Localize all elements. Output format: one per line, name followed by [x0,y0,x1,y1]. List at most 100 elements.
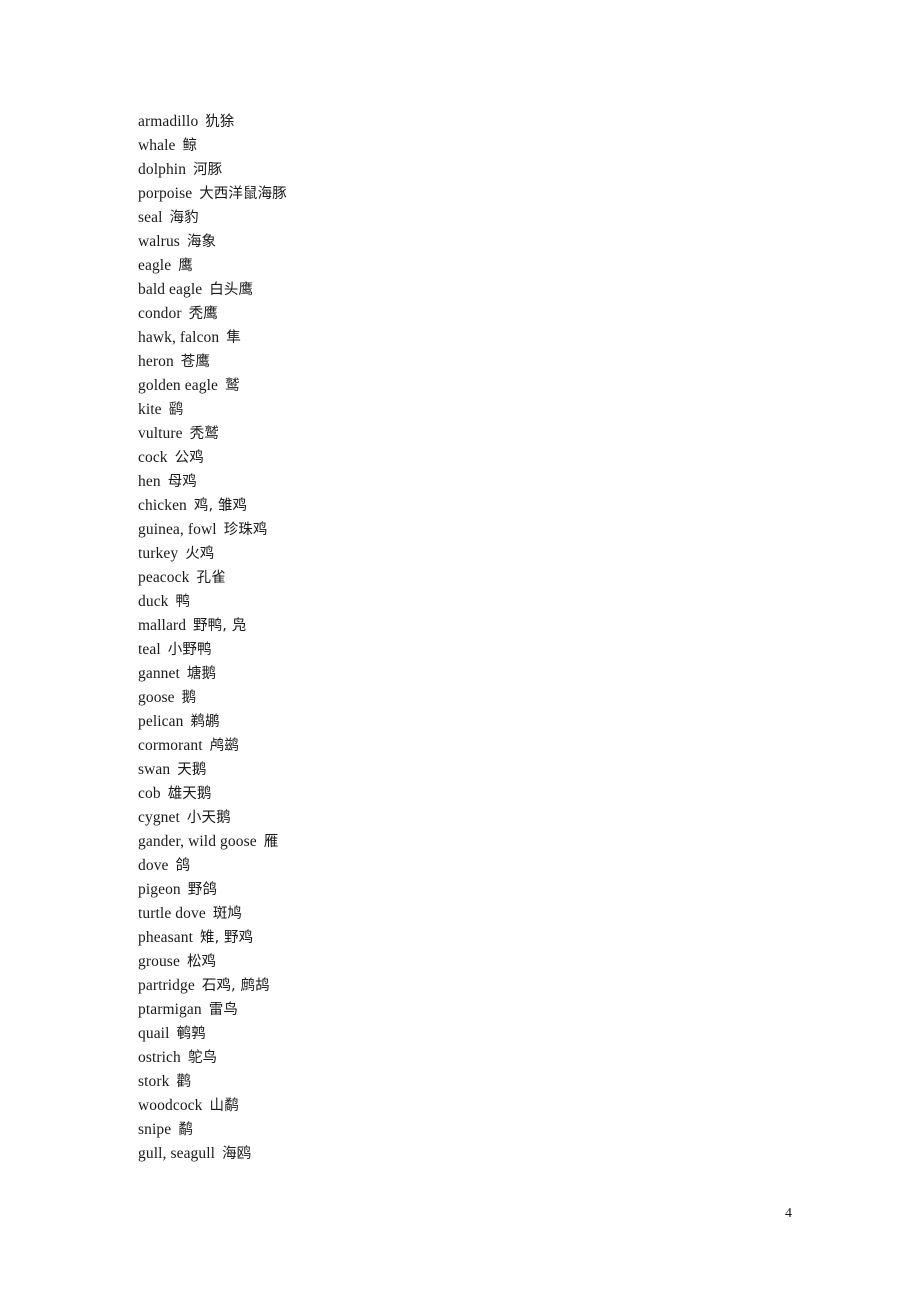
document-page: armadillo 犰狳 whale 鲸 dolphin 河豚 porpoise 大西洋鼠海豚… [0,0,920,1302]
entry-gloss: 鹳 [176,1074,192,1090]
page-number: 4 [785,1206,792,1221]
glossary-entry: armadillo 犰狳 [138,110,778,134]
glossary-entry: cygnet 小天鹅 [138,806,778,830]
glossary-entry: swan 天鹅 [138,758,778,782]
glossary-entry: goose 鹅 [138,686,778,710]
glossary-entry: grouse 松鸡 [138,950,778,974]
glossary-entry: gannet 塘鹅 [138,662,778,686]
glossary-entry: seal 海豹 [138,206,778,230]
glossary-entry: teal 小野鸭 [138,638,778,662]
entry-term: golden eagle [138,377,218,394]
entry-term: gannet [138,665,180,682]
glossary-entry: whale 鲸 [138,134,778,158]
glossary-entry: porpoise 大西洋鼠海豚 [138,182,778,206]
entry-gloss: 鸵鸟 [187,1050,218,1066]
entry-gloss: 雉, 野鸡 [200,930,254,946]
entry-term: swan [138,761,171,778]
glossary-entry: stork 鹳 [138,1070,778,1094]
entry-gloss: 白头鹰 [209,282,254,298]
entry-gloss: 孔雀 [196,570,226,586]
entry-gloss: 隼 [226,330,241,346]
entry-gloss: 鹅 [181,690,197,706]
entry-gloss: 鹫 [224,378,240,394]
entry-gloss: 海豹 [169,210,199,226]
entry-term: hen [138,473,161,490]
entry-term: whale [138,137,176,154]
glossary-entry: partridge 石鸡, 鹧鸪 [138,974,778,998]
entry-gloss: 雄天鹅 [167,786,212,802]
glossary-entry: walrus 海象 [138,230,778,254]
entry-gloss: 海鸥 [222,1146,252,1162]
entry-term: kite [138,401,162,418]
entry-term: cormorant [138,737,203,754]
glossary-entry: condor 秃鹰 [138,302,778,326]
glossary-entry: cob 雄天鹅 [138,782,778,806]
entry-term: turtle dove [138,905,206,922]
entry-gloss: 鸬鹚 [209,738,239,754]
entry-term: mallard [138,617,187,634]
entry-gloss: 松鸡 [186,954,217,970]
entry-gloss: 鸽 [175,858,191,874]
entry-gloss: 鸡, 雏鸡 [193,498,248,514]
glossary-entry: pheasant 雉, 野鸡 [138,926,778,950]
glossary-entry: snipe 鹬 [138,1118,778,1142]
entry-term: quail [138,1025,170,1042]
entry-gloss: 苍鹰 [180,354,210,370]
entry-gloss: 斑鸠 [212,906,243,922]
entry-term: snipe [138,1121,172,1138]
entry-term: chicken [138,497,187,514]
entry-gloss: 野鸭, 凫 [193,618,247,634]
entry-term: woodcock [138,1097,203,1114]
entry-gloss: 山鹬 [209,1098,239,1114]
entry-gloss: 秃鹫 [189,426,219,442]
entry-gloss: 鹰 [178,258,193,274]
entry-term: dove [138,857,169,874]
entry-term: condor [138,305,182,322]
glossary-entry: eagle 鹰 [138,254,778,278]
entry-term: teal [138,641,161,658]
entry-gloss: 海象 [186,234,217,250]
glossary-entry: ostrich 鸵鸟 [138,1046,778,1070]
glossary-entry: gander, wild goose 雁 [138,830,778,854]
entry-term: stork [138,1073,170,1090]
glossary-entry: hen 母鸡 [138,470,778,494]
entry-gloss: 大西洋鼠海豚 [199,186,287,202]
glossary-entry: vulture 秃鹫 [138,422,778,446]
entry-term: heron [138,353,174,370]
entry-term: cygnet [138,809,180,826]
entry-gloss: 鸭 [175,594,191,610]
entry-term: seal [138,209,163,226]
glossary-entry: cock 公鸡 [138,446,778,470]
glossary-entry: duck 鸭 [138,590,778,614]
entry-term: goose [138,689,175,706]
entry-term: gander, wild goose [138,833,257,850]
entry-term: pelican [138,713,184,730]
entry-gloss: 犰狳 [205,114,235,130]
entry-gloss: 鹌鹑 [176,1026,206,1042]
entry-term: guinea, fowl [138,521,217,538]
entry-term: walrus [138,233,180,250]
entry-term: bald eagle [138,281,203,298]
glossary-entry: dolphin 河豚 [138,158,778,182]
entry-gloss: 鲸 [182,138,198,154]
entry-term: vulture [138,425,183,442]
entry-term: pigeon [138,881,181,898]
entry-gloss: 公鸡 [174,450,204,466]
glossary-entry: turkey 火鸡 [138,542,778,566]
entry-term: gull, seagull [138,1145,216,1162]
entry-gloss: 珍珠鸡 [223,522,268,538]
glossary-entry: mallard 野鸭, 凫 [138,614,778,638]
entry-term: ostrich [138,1049,181,1066]
glossary-entry: peacock 孔雀 [138,566,778,590]
glossary-entry: heron 苍鹰 [138,350,778,374]
glossary-entry: bald eagle 白头鹰 [138,278,778,302]
entry-term: porpoise [138,185,193,202]
entry-term: cock [138,449,168,466]
entry-gloss: 雁 [263,834,279,850]
entry-term: dolphin [138,161,187,178]
glossary-entry: pelican 鹈鹕 [138,710,778,734]
entry-gloss: 火鸡 [185,546,215,562]
glossary-entry: turtle dove 斑鸠 [138,902,778,926]
glossary-entry: kite 鹞 [138,398,778,422]
entry-term: pheasant [138,929,194,946]
